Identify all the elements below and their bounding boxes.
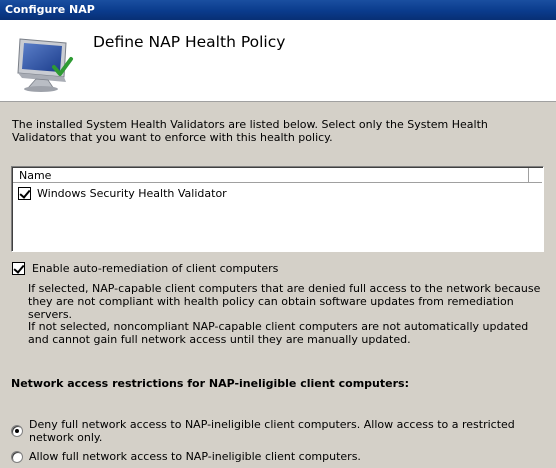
validator-list[interactable]: Name Windows Security Health Validator [11,166,544,252]
list-header: Name [13,168,542,183]
window-title-bar: Configure NAP [0,0,556,20]
allow-access-label: Allow full network access to NAP-ineligi… [29,450,361,463]
page-title: Define NAP Health Policy [93,33,286,51]
auto-remediation-option[interactable]: Enable auto-remediation of client comput… [12,262,278,275]
deny-access-option[interactable]: Deny full network access to NAP-ineligib… [11,418,556,444]
auto-remediation-label: Enable auto-remediation of client comput… [32,262,279,275]
auto-remediation-checkbox[interactable] [12,262,25,275]
restrictions-heading: Network access restrictions for NAP-inel… [11,377,409,390]
auto-remediation-help-selected: If selected, NAP-capable client computer… [28,282,541,321]
allow-access-radio[interactable] [11,450,23,463]
allow-access-option[interactable]: Allow full network access to NAP-ineligi… [11,450,361,463]
column-header-filler [530,168,542,182]
deny-access-radio[interactable] [11,425,23,437]
validator-row[interactable]: Windows Security Health Validator [18,185,227,201]
intro-text: The installed System Health Validators a… [12,118,488,144]
deny-access-label: Deny full network access to NAP-ineligib… [29,418,515,444]
validator-checkbox[interactable] [18,186,31,200]
column-header-name[interactable]: Name [13,168,529,182]
monitor-with-checkmark-icon [17,38,73,92]
window-title: Configure NAP [5,3,95,16]
wizard-header: Define NAP Health Policy [0,20,556,102]
validator-label: Windows Security Health Validator [37,186,227,200]
auto-remediation-help-not-selected: If not selected, noncompliant NAP-capabl… [28,320,529,346]
